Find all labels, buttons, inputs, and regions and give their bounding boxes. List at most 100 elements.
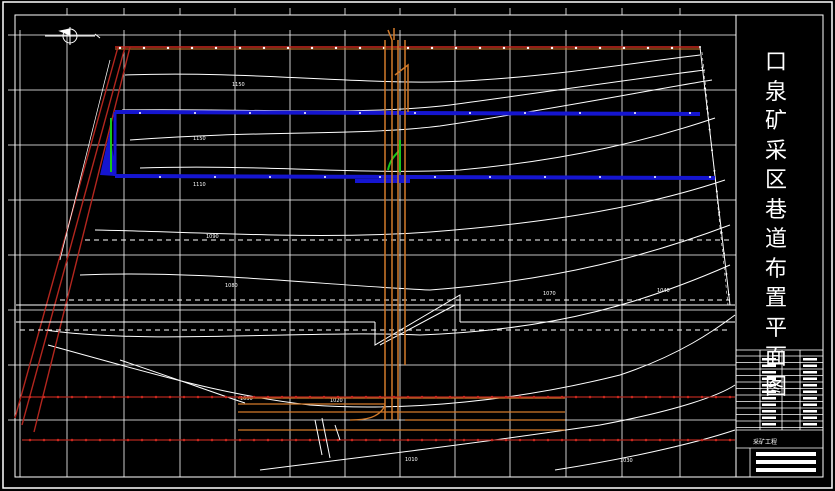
title-char: 矿 <box>764 109 787 134</box>
transport-marker <box>728 395 732 399</box>
transport-marker <box>658 395 662 399</box>
roadway-marker <box>654 176 656 178</box>
transport-marker <box>714 395 718 399</box>
transport-marker <box>112 395 116 399</box>
title-block-text-mark <box>803 410 817 413</box>
transport-marker <box>378 395 382 399</box>
transport-marker <box>658 438 662 442</box>
transport-marker <box>490 438 494 442</box>
title-char: 平 <box>764 315 787 341</box>
transport-marker <box>182 438 186 442</box>
transport-marker <box>378 438 382 442</box>
title-char: 面 <box>764 345 787 370</box>
transport-marker <box>504 438 508 442</box>
transport-marker <box>420 395 424 399</box>
transport-marker <box>322 395 326 399</box>
boundary-marker <box>310 46 314 50</box>
transport-marker <box>700 395 704 399</box>
roadway-marker <box>379 176 381 178</box>
transport-marker <box>126 395 130 399</box>
transport-marker <box>574 438 578 442</box>
transport-marker <box>168 438 172 442</box>
transport-marker <box>322 438 326 442</box>
transport-marker <box>602 395 606 399</box>
transport-marker <box>126 438 130 442</box>
transport-marker <box>280 438 284 442</box>
title-block-text-mark <box>803 371 817 374</box>
cad-drawing-canvas[interactable]: 1150 1150 1110 1090 1080 1070 1040 1030 … <box>0 0 835 491</box>
transport-marker <box>448 438 452 442</box>
contour-label: 1090 <box>206 234 219 240</box>
boundary-marker <box>478 46 482 50</box>
transport-marker <box>448 395 452 399</box>
transport-marker <box>686 438 690 442</box>
transport-marker <box>588 395 592 399</box>
title-char: 图 <box>764 374 787 400</box>
title-block-footer-label: 采矿工程 <box>752 439 777 446</box>
roadway-marker <box>544 176 546 178</box>
transport-marker <box>616 395 620 399</box>
transport-marker <box>112 438 116 442</box>
transport-marker <box>434 438 438 442</box>
title-block-text-mark <box>756 452 816 456</box>
boundary-marker <box>598 46 602 50</box>
roadway-marker <box>689 112 691 114</box>
contour-label: 1110 <box>193 182 206 188</box>
transport-marker <box>182 395 186 399</box>
transport-marker <box>196 395 200 399</box>
transport-marker <box>42 438 46 442</box>
roadway-marker <box>269 176 271 178</box>
roadway-marker <box>579 112 581 114</box>
transport-marker <box>154 438 158 442</box>
boundary-marker <box>430 46 434 50</box>
boundary-marker <box>574 46 578 50</box>
boundary-marker <box>502 46 506 50</box>
transport-marker <box>560 438 564 442</box>
title-char: 道 <box>764 227 787 252</box>
transport-marker <box>644 395 648 399</box>
north-arrow-icon <box>45 27 101 45</box>
boundary-marker <box>118 46 122 50</box>
transport-marker <box>630 395 634 399</box>
transport-marker <box>294 395 298 399</box>
transport-marker <box>434 395 438 399</box>
roadway-marker <box>489 176 491 178</box>
transport-marker <box>28 395 32 399</box>
transport-marker <box>462 395 466 399</box>
title-block-text-mark <box>803 423 817 426</box>
transport-marker <box>238 395 242 399</box>
transport-marker <box>84 395 88 399</box>
boundary-marker <box>526 46 530 50</box>
roadway-marker <box>599 176 601 178</box>
transport-marker <box>672 395 676 399</box>
transport-marker <box>392 395 396 399</box>
transport-marker <box>266 438 270 442</box>
transport-marker <box>154 395 158 399</box>
title-block-text-mark <box>803 384 817 387</box>
dashed-boundaries <box>20 239 730 331</box>
transport-marker <box>364 395 368 399</box>
transport-marker <box>70 438 74 442</box>
transport-marker <box>56 395 60 399</box>
title-block-text-mark <box>803 364 817 367</box>
boundary-marker <box>670 46 674 50</box>
transport-marker <box>728 438 732 442</box>
transport-marker <box>294 438 298 442</box>
transport-marker <box>406 438 410 442</box>
transport-marker <box>574 395 578 399</box>
title-char: 采 <box>764 138 787 164</box>
transport-marker <box>700 438 704 442</box>
vertical-shafts <box>384 28 409 420</box>
title-block-text-mark <box>803 390 817 393</box>
hatch-lines <box>314 417 341 459</box>
drawing-title: 口泉矿采区巷道布置平面图 <box>758 48 794 402</box>
transport-marker <box>224 438 228 442</box>
transport-marker <box>252 395 256 399</box>
title-block-text-mark <box>803 377 817 380</box>
roadway-marker <box>524 112 526 114</box>
transport-marker <box>532 395 536 399</box>
transport-marker <box>42 395 46 399</box>
title-char: 口 <box>764 50 787 75</box>
title-block-text-mark <box>756 468 816 472</box>
contour-label: 1150 <box>193 136 206 142</box>
